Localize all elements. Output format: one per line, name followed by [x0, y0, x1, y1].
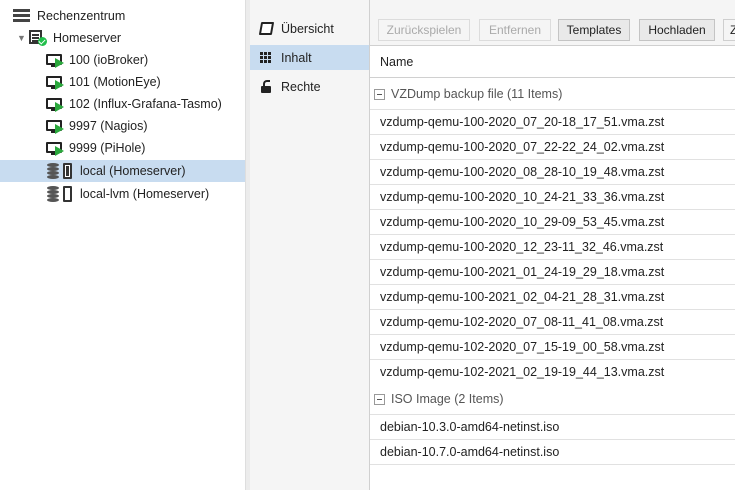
file-name: vzdump-qemu-100-2020_10_29-09_53_45.vma.… [380, 215, 665, 229]
table-row[interactable]: vzdump-qemu-100-2020_08_28-10_19_48.vma.… [370, 160, 735, 185]
tree-item-node[interactable]: ▼ Homeserver [0, 27, 245, 49]
nav-item-label: Übersicht [281, 21, 334, 36]
vm-running-icon [46, 119, 64, 134]
tree-item-label: 102 (Influx-Grafana-Tasmo) [69, 97, 222, 111]
file-name: vzdump-qemu-100-2021_01_24-19_29_18.vma.… [380, 265, 665, 279]
group-header-iso[interactable]: ISO Image (2 Items) [370, 384, 735, 415]
datacenter-icon [13, 9, 31, 23]
tree-item-storage-local[interactable]: local (Homeserver) [0, 160, 245, 182]
remove-button[interactable]: Entfernen [479, 19, 551, 41]
nav-item-label: Inhalt [281, 50, 312, 65]
file-name: vzdump-qemu-100-2020_12_23-11_32_46.vma.… [380, 240, 664, 254]
file-name: vzdump-qemu-102-2020_07_15-19_00_58.vma.… [380, 340, 665, 354]
nav-item-label: Rechte [281, 79, 321, 94]
templates-button[interactable]: Templates [558, 19, 630, 41]
tree-item-vm[interactable]: 100 (ioBroker) [0, 49, 245, 71]
nav-item-content[interactable]: Inhalt [250, 45, 369, 70]
grid-icon [260, 51, 273, 64]
table-row[interactable]: vzdump-qemu-102-2020_07_15-19_00_58.vma.… [370, 335, 735, 360]
overflow-button[interactable]: Z [723, 19, 735, 41]
vm-running-icon [46, 141, 64, 156]
toolbar: Zurückspielen Entfernen Templates Hochla… [370, 12, 735, 46]
restore-button[interactable]: Zurückspielen [378, 19, 470, 41]
tree-item-label: Homeserver [53, 31, 122, 45]
file-name: debian-10.7.0-amd64-netinst.iso [380, 445, 560, 459]
table-row[interactable]: debian-10.7.0-amd64-netinst.iso [370, 440, 735, 465]
tree-item-vm[interactable]: 102 (Influx-Grafana-Tasmo) [0, 93, 245, 115]
unlock-icon [260, 80, 273, 93]
table-row[interactable]: vzdump-qemu-100-2021_01_24-19_29_18.vma.… [370, 260, 735, 285]
nav-item-permissions[interactable]: Rechte [250, 74, 369, 99]
tree-item-label: 9999 (PiHole) [69, 141, 146, 155]
tree-item-label: local-lvm (Homeserver) [80, 187, 210, 201]
file-name: vzdump-qemu-100-2020_10_24-21_33_36.vma.… [380, 190, 665, 204]
group-title: ISO Image (2 Items) [391, 392, 504, 406]
group-title: VZDump backup file (11 Items) [391, 87, 563, 101]
collapse-group-icon[interactable] [374, 88, 385, 100]
table-row[interactable]: vzdump-qemu-100-2021_02_04-21_28_31.vma.… [370, 285, 735, 310]
tree-item-vm[interactable]: 9997 (Nagios) [0, 115, 245, 137]
tree-item-label: local (Homeserver) [80, 164, 186, 178]
file-name: vzdump-qemu-100-2020_07_22-22_24_02.vma.… [380, 140, 665, 154]
collapse-group-icon[interactable] [374, 393, 385, 405]
tree-item-storage-local-lvm[interactable]: local-lvm (Homeserver) [0, 183, 245, 205]
resource-tree: Rechenzentrum ▼ Homeserver 100 (ioBroker… [0, 0, 245, 490]
column-header-name[interactable]: Name [370, 47, 735, 78]
table-row[interactable]: vzdump-qemu-102-2021_02_19-19_44_13.vma.… [370, 360, 735, 385]
tree-item-label: 101 (MotionEye) [69, 75, 161, 89]
tree-item-vm[interactable]: 9999 (PiHole) [0, 137, 245, 159]
table-row[interactable]: vzdump-qemu-100-2020_12_23-11_32_46.vma.… [370, 235, 735, 260]
table-row[interactable]: debian-10.3.0-amd64-netinst.iso [370, 415, 735, 440]
tree-item-label: 100 (ioBroker) [69, 53, 149, 67]
tree-item-vm[interactable]: 101 (MotionEye) [0, 71, 245, 93]
vm-running-icon [46, 53, 64, 68]
file-name: vzdump-qemu-100-2020_07_20-18_17_51.vma.… [380, 115, 665, 129]
file-name: vzdump-qemu-102-2020_07_08-11_41_08.vma.… [380, 315, 664, 329]
file-name: vzdump-qemu-100-2021_02_04-21_28_31.vma.… [380, 290, 665, 304]
file-name: debian-10.3.0-amd64-netinst.iso [380, 420, 560, 434]
column-header-label: Name [380, 55, 414, 69]
file-name: vzdump-qemu-100-2020_08_28-10_19_48.vma.… [380, 165, 665, 179]
table-row[interactable]: vzdump-qemu-100-2020_07_22-22_24_02.vma.… [370, 135, 735, 160]
tree-item-datacenter[interactable]: Rechenzentrum [0, 5, 245, 27]
book-icon [258, 22, 275, 35]
table-row[interactable]: vzdump-qemu-100-2020_07_20-18_17_51.vma.… [370, 110, 735, 135]
storage-icon [46, 186, 76, 202]
nav-item-overview[interactable]: Übersicht [250, 16, 369, 41]
file-name: vzdump-qemu-102-2021_02_19-19_44_13.vma.… [380, 365, 665, 379]
vm-running-icon [46, 75, 64, 90]
table-row[interactable]: vzdump-qemu-100-2020_10_24-21_33_36.vma.… [370, 185, 735, 210]
vm-running-icon [46, 97, 64, 112]
table-row[interactable]: vzdump-qemu-100-2020_10_29-09_53_45.vma.… [370, 210, 735, 235]
storage-content-panel: Zurückspielen Entfernen Templates Hochla… [370, 0, 735, 490]
upload-button[interactable]: Hochladen [639, 19, 715, 41]
storage-config-nav: Übersicht Inhalt Rechte [250, 0, 370, 490]
group-header-vzdump[interactable]: VZDump backup file (11 Items) [370, 79, 735, 110]
table-row[interactable]: vzdump-qemu-102-2020_07_08-11_41_08.vma.… [370, 310, 735, 335]
server-online-icon [29, 30, 47, 46]
storage-icon [46, 163, 76, 179]
tree-item-label: Rechenzentrum [37, 9, 126, 23]
tree-item-label: 9997 (Nagios) [69, 119, 148, 133]
collapse-arrow-icon[interactable]: ▼ [16, 33, 27, 44]
panel-title-strip [370, 0, 735, 12]
